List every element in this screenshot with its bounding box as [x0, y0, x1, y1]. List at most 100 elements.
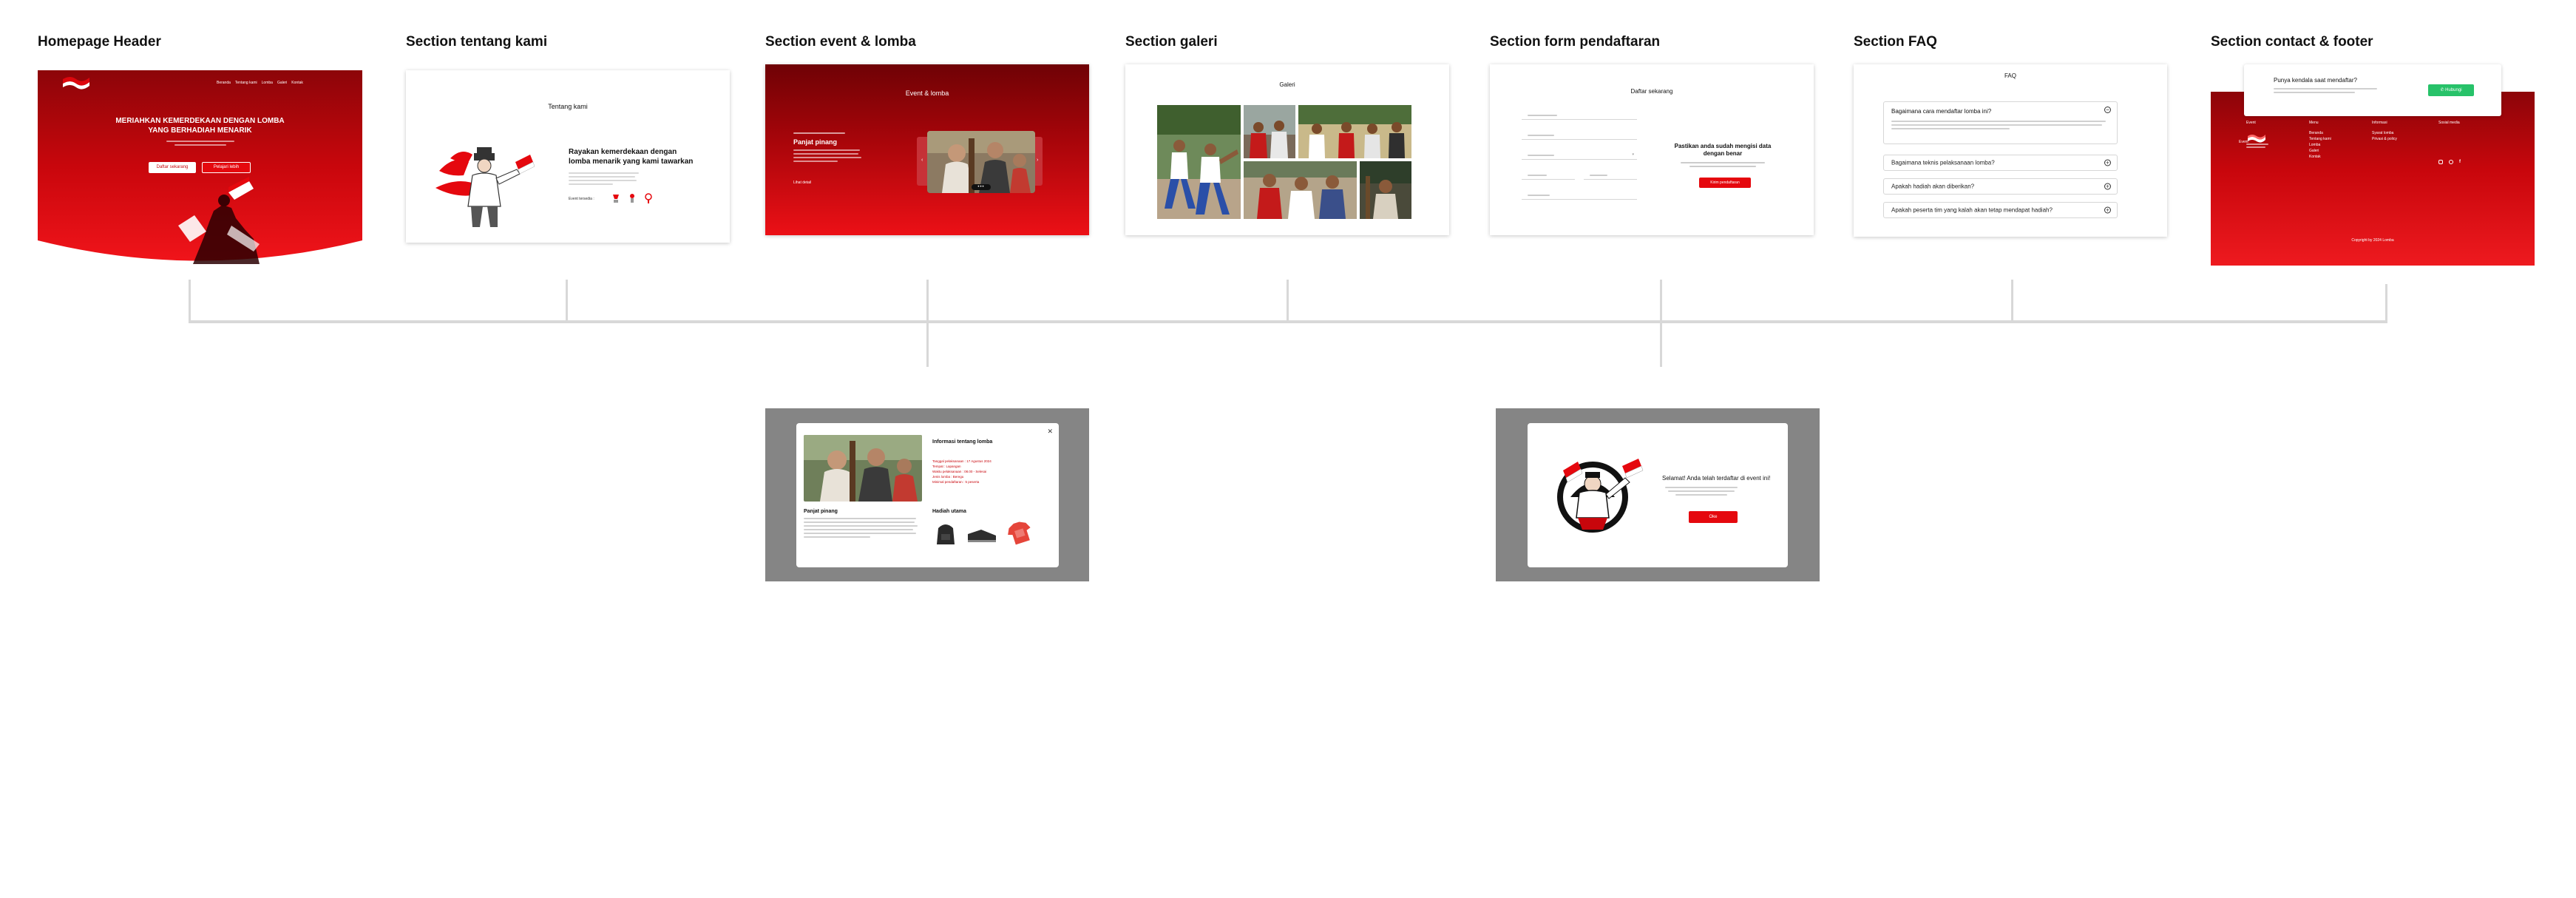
- close-icon[interactable]: ✕: [1047, 428, 1053, 436]
- plus-icon[interactable]: +: [2104, 206, 2111, 214]
- cta-title: Punya kendala saat mendaftar?: [2274, 77, 2357, 84]
- footer-desc: [2246, 144, 2268, 148]
- event-detail-link[interactable]: Lihat detail: [793, 180, 811, 185]
- form-mock: Daftar sekarang ▾ Pastikan anda sudah me…: [1490, 64, 1814, 235]
- footer-menu-item[interactable]: Lomba: [2309, 142, 2331, 148]
- cta-subtext: [2274, 88, 2377, 93]
- form-notes-field[interactable]: [1522, 192, 1637, 200]
- form-select-field[interactable]: ▾: [1522, 152, 1637, 160]
- footer-menu-item[interactable]: Galeri: [2309, 148, 2331, 154]
- modal-detail-row: Waktu pelaksanaan : 08.00 - Selesai: [932, 470, 987, 473]
- section-label-about: Section tentang kami: [406, 34, 548, 50]
- connector-line: [2385, 284, 2387, 323]
- shoes-icon: [966, 519, 997, 546]
- event-description: [793, 149, 861, 162]
- cta-whatsapp-button[interactable]: ✆ Hubungi: [2428, 84, 2474, 96]
- footer-menu-list: Beranda Tentang kami Lomba Galeri Kontak: [2309, 130, 2331, 160]
- nav-item[interactable]: Tentang kami: [235, 81, 257, 85]
- modal-photo: [804, 435, 922, 502]
- gallery-photo[interactable]: [1244, 105, 1295, 158]
- header-subtext: [166, 141, 234, 146]
- social-icons: f: [2438, 160, 2464, 164]
- instagram-icon[interactable]: [2438, 160, 2443, 164]
- nav-item[interactable]: Galeri: [277, 81, 287, 85]
- faq-item[interactable]: Apakah hadiah akan diberikan? +: [1883, 178, 2118, 195]
- faq-question: Bagaimana teknis pelaksanaan lomba?: [1891, 159, 1995, 166]
- connector-line: [2011, 280, 2013, 323]
- about-paragraph: [569, 172, 643, 185]
- gallery-photo[interactable]: [1244, 161, 1357, 219]
- success-modal-overlay: Selamat! Anda telah terdaftar di event i…: [1496, 408, 1820, 581]
- faq-question: Apakah hadiah akan diberikan?: [1891, 183, 1975, 190]
- connector-line: [189, 280, 191, 323]
- form-count-field[interactable]: [1584, 172, 1637, 180]
- gallery-photo[interactable]: [1360, 161, 1411, 219]
- gallery-photo[interactable]: [1157, 105, 1241, 219]
- footer-col-info-title: Informasi: [2372, 121, 2387, 125]
- header-mock: Beranda Tentang kami Lomba Galeri Kontak…: [38, 70, 362, 264]
- success-illustration: [1548, 447, 1644, 543]
- section-label-faq: Section FAQ: [1854, 34, 1937, 50]
- header-secondary-button[interactable]: Pelajari lebih: [202, 162, 251, 173]
- form-email-field[interactable]: [1522, 132, 1637, 140]
- faq-answer: [1891, 121, 2106, 129]
- faq-item[interactable]: Apakah peserta tim yang kalah akan tetap…: [1883, 202, 2118, 218]
- chevron-right-icon[interactable]: ›: [1037, 158, 1041, 163]
- faq-question: Bagaimana cara mendaftar lomba ini?: [1891, 108, 1992, 115]
- connector-line: [1287, 280, 1289, 323]
- nav-item[interactable]: Beranda: [217, 81, 231, 85]
- about-mock: Tentang kami Rayakan kemerdekaan dengan …: [406, 70, 730, 243]
- event-icon[interactable]: [628, 193, 637, 203]
- footer-info-item[interactable]: Syarat lomba: [2372, 130, 2397, 136]
- backpack-icon: [932, 519, 959, 546]
- connector-line: [1660, 280, 1662, 367]
- event-small-caption: [793, 132, 845, 134]
- plus-icon[interactable]: +: [2104, 183, 2111, 190]
- modal-desc-text: [804, 518, 918, 538]
- minus-icon[interactable]: −: [2104, 107, 2111, 113]
- chevron-down-icon: ▾: [1632, 152, 1634, 157]
- event-modal: ✕ Panjat pinang Informasi tentang lomba …: [796, 423, 1059, 567]
- footer-col-event-title: Event: [2239, 140, 2248, 144]
- faq-item[interactable]: Bagaimana teknis pelaksanaan lomba? +: [1883, 155, 2118, 171]
- carousel-dots[interactable]: •••: [972, 184, 991, 190]
- section-label-header: Homepage Header: [38, 34, 161, 50]
- gallery-mock: Galeri: [1125, 64, 1449, 235]
- event-name: Panjat pinang: [793, 138, 838, 146]
- event-icon[interactable]: [644, 193, 653, 203]
- about-illustration: [435, 147, 535, 227]
- about-event-label: Event tersedia :: [569, 197, 594, 201]
- footer-menu-item[interactable]: Beranda: [2309, 130, 2331, 136]
- shirt-icon: [1005, 519, 1034, 546]
- form-name-field[interactable]: [1522, 112, 1637, 120]
- form-date-field[interactable]: [1522, 172, 1575, 180]
- success-modal: Selamat! Anda telah terdaftar di event i…: [1528, 423, 1788, 567]
- footer-menu-item[interactable]: Tentang kami: [2309, 136, 2331, 142]
- header-nav: Beranda Tentang kami Lomba Galeri Kontak: [217, 81, 303, 85]
- header-red-shape: [38, 70, 362, 264]
- modal-detail-row: Tanggal pelaksanaan : 17 Agustus 2024: [932, 459, 992, 463]
- faq-item-expanded[interactable]: Bagaimana cara mendaftar lomba ini? −: [1883, 101, 2118, 144]
- header-primary-button[interactable]: Daftar sekarang: [149, 162, 196, 173]
- gallery-photo[interactable]: [1298, 105, 1411, 158]
- footer-info-item[interactable]: Privasi & policy: [2372, 136, 2397, 142]
- faq-mock: FAQ Bagaimana cara mendaftar lomba ini? …: [1854, 64, 2167, 237]
- form-heading: Pastikan anda sudah mengisi data dengan …: [1674, 143, 1772, 157]
- nav-item[interactable]: Lomba: [262, 81, 273, 85]
- chevron-left-icon[interactable]: ‹: [921, 158, 926, 163]
- footer-col-menu-title: Menu: [2309, 121, 2319, 125]
- success-ok-button[interactable]: Oke: [1689, 511, 1738, 523]
- plus-icon[interactable]: +: [2104, 159, 2111, 166]
- faq-question: Apakah peserta tim yang kalah akan tetap…: [1891, 206, 2053, 214]
- contact-cta-card: Punya kendala saat mendaftar? ✆ Hubungi: [2244, 64, 2501, 116]
- event-icon[interactable]: [611, 193, 620, 203]
- nav-item[interactable]: Kontak: [291, 81, 303, 85]
- connector-rail: [189, 320, 2387, 323]
- event-modal-overlay: ✕ Panjat pinang Informasi tentang lomba …: [765, 408, 1089, 581]
- facebook-icon[interactable]: f: [2459, 160, 2464, 164]
- success-subtext: [1665, 487, 1738, 496]
- section-label-contact: Section contact & footer: [2211, 34, 2373, 50]
- whatsapp-icon[interactable]: [2449, 160, 2453, 164]
- footer-menu-item[interactable]: Kontak: [2309, 154, 2331, 160]
- form-submit-button[interactable]: Kirim pendaftaran: [1699, 178, 1751, 188]
